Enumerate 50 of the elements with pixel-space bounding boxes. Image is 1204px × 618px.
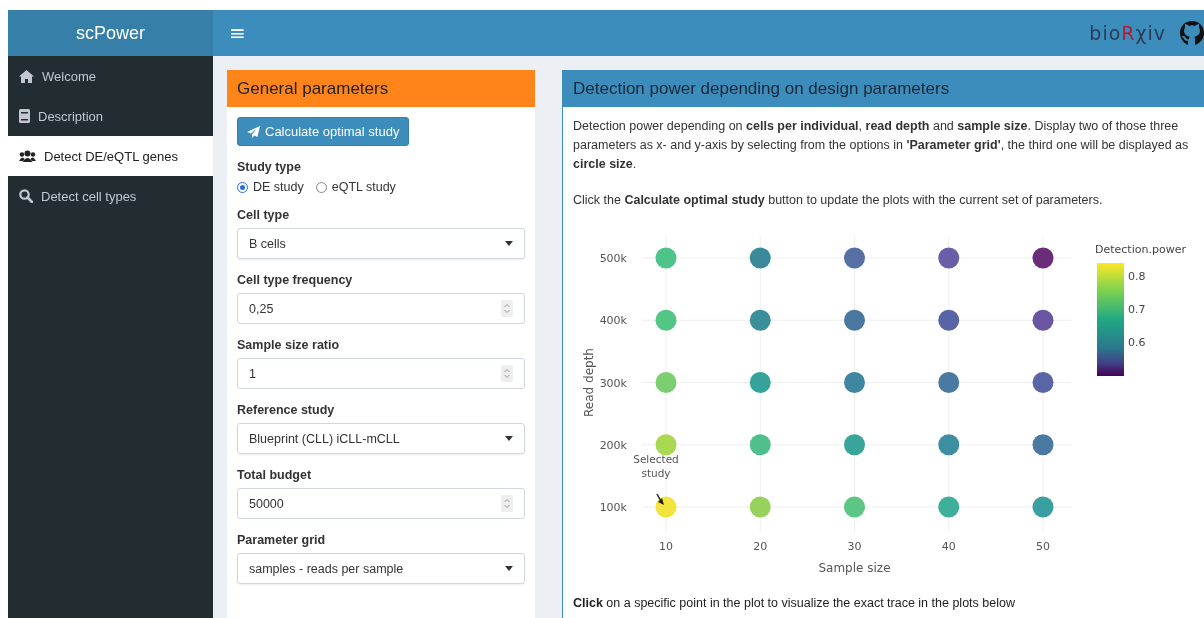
- search-icon: [19, 189, 33, 203]
- select-field[interactable]: B cells: [237, 228, 525, 259]
- select-field[interactable]: Blueprint (CLL) iCLL-mCLL: [237, 423, 525, 454]
- menu-button[interactable]: ≡: [225, 21, 250, 45]
- color-scale-labels: 0.8 0.7 0.6: [1128, 270, 1146, 349]
- caret-icon: [505, 241, 513, 246]
- field-label: Reference study: [237, 403, 336, 417]
- field-label: Cell type frequency: [237, 273, 354, 287]
- number-field[interactable]: 0,25: [237, 293, 525, 324]
- calculate-button[interactable]: Calculate optimal study: [237, 117, 410, 146]
- text: 200k: [599, 438, 627, 452]
- select-field[interactable]: samples - reads per sample: [237, 553, 525, 584]
- data-point[interactable]: [655, 496, 677, 518]
- instruction-text: Click the Calculate optimal study button to update the plots with the current set of parameters.: [573, 192, 1104, 209]
- sidebar-item[interactable]: Detect cell types: [8, 176, 213, 216]
- annotation-arrow: [656, 493, 664, 505]
- field-label: Total budget: [237, 468, 313, 482]
- caret-icon: [505, 436, 513, 441]
- panel-title: General parameters: [227, 70, 535, 107]
- text: 100k: [599, 501, 627, 514]
- radio-option[interactable]: eQTL study: [315, 180, 396, 194]
- text: 300k: [599, 376, 627, 390]
- caret-icon: [505, 566, 513, 571]
- home-icon: [19, 69, 34, 83]
- text: Read depth: [582, 348, 596, 417]
- legend-title: Detection.power: [1095, 243, 1186, 256]
- field-label: Sample size ratio: [237, 338, 341, 352]
- field-label: Study type: [237, 160, 302, 174]
- x-axis: 10 20 30 40 50 Sample size: [659, 540, 1050, 575]
- field-label: Cell type: [237, 208, 291, 222]
- text: 500k: [599, 252, 627, 265]
- instruction-text: Click on a specific point in the plot to visualize the exact trace in the plots below: [573, 596, 1016, 610]
- annotation-label: Selected study: [633, 453, 679, 479]
- radio-option[interactable]: DE study: [237, 180, 304, 194]
- data-point[interactable]: [1032, 247, 1054, 269]
- number-field[interactable]: 50000: [237, 488, 525, 519]
- paper-plane-icon: [247, 125, 260, 138]
- book-icon: [19, 109, 30, 123]
- sidebar-item[interactable]: Welcome: [8, 56, 213, 96]
- panel-title: Detection power depending on design parameters: [563, 70, 1204, 107]
- field-label: Parameter grid: [237, 533, 327, 547]
- description-text: Detection power depending on cells per individual, read depth and sample size. Display two of those three parameters as x- and y-axis by selecting from the options in 'Parameter grid', the third one will be displayed as circle size.: [573, 118, 1190, 173]
- sidebar-item[interactable]: Description: [8, 96, 213, 136]
- cat-silhouette-icon[interactable]: [1180, 20, 1204, 46]
- app-title: scPower: [8, 10, 213, 56]
- users-icon: [19, 150, 36, 162]
- text: 400k: [599, 314, 627, 328]
- sidebar-item[interactable]: Detect DE/eQTL genes: [8, 136, 213, 176]
- data-point[interactable]: [1032, 309, 1054, 331]
- number-field[interactable]: 1: [237, 358, 525, 389]
